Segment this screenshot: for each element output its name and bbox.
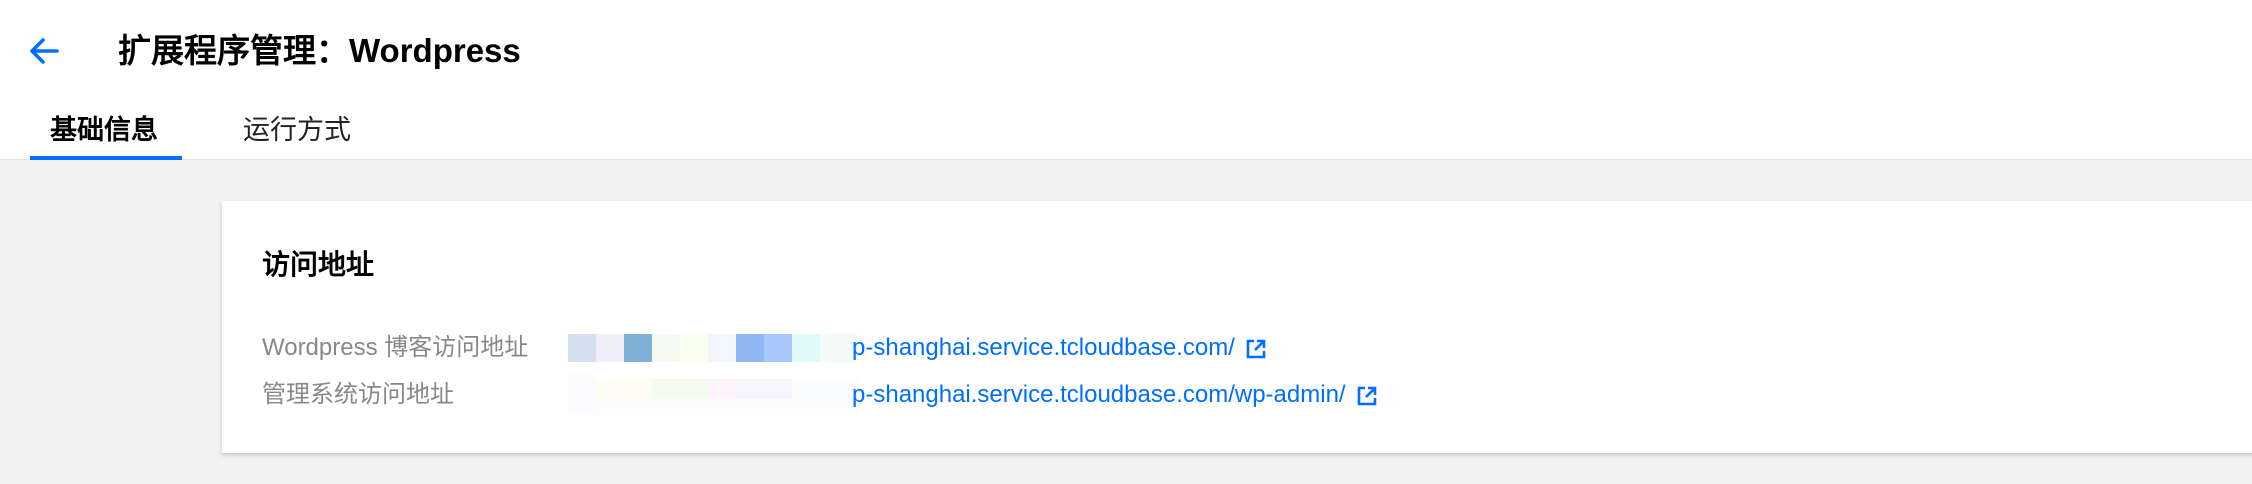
row-label: 管理系统访问地址 [262,381,454,408]
arrow-left-icon [30,38,59,64]
page-title: 扩展程序管理：Wordpress [118,32,521,69]
card-title: 访问地址 [262,249,375,280]
blog-address-link[interactable]: p-shanghai.service.tcloudbase.com/ [852,328,1267,368]
tab-label: 基础信息 [50,115,158,145]
page-header: 扩展程序管理：Wordpress 基础信息 运行方式 [0,0,2252,160]
access-address-card: 访问地址 Wordpress 博客访问地址 p-shanghai.service… [222,201,2252,453]
active-tab-indicator [30,156,182,160]
link-text: p-shanghai.service.tcloudbase.com/ [852,334,1235,361]
redacted-region [568,375,858,415]
external-link-icon[interactable] [1245,338,1267,360]
tab-run-mode[interactable]: 运行方式 [243,108,351,159]
admin-address-link[interactable]: p-shanghai.service.tcloudbase.com/wp-adm… [852,375,1378,415]
row-label: Wordpress 博客访问地址 [262,334,529,361]
redacted-region [568,328,858,368]
tab-basic-info[interactable]: 基础信息 [50,108,158,159]
link-text: p-shanghai.service.tcloudbase.com/wp-adm… [852,381,1346,408]
back-button[interactable] [26,33,62,69]
tab-label: 运行方式 [243,115,351,145]
external-link-icon[interactable] [1356,385,1378,407]
